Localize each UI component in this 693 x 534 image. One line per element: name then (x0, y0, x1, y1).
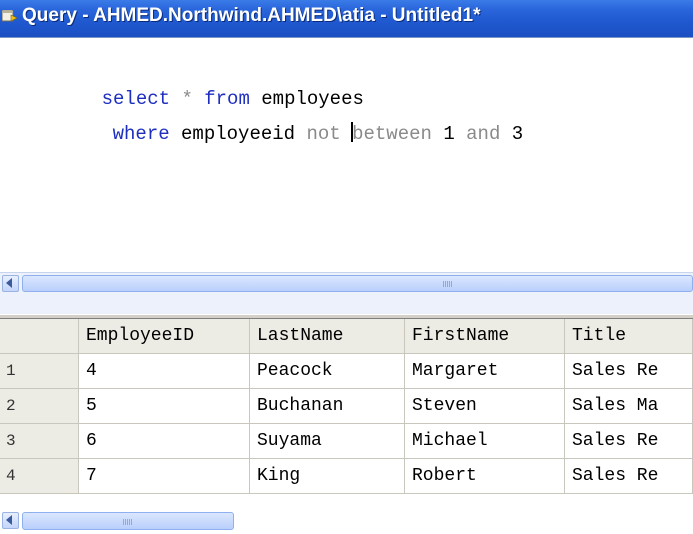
literal-3: 3 (511, 123, 524, 145)
table-cell[interactable]: Michael (405, 424, 565, 459)
table-cell[interactable]: 6 (79, 424, 250, 459)
table-cell[interactable]: Margaret (405, 354, 565, 389)
results-grid[interactable]: EmployeeID LastName FirstName Title 1 4 … (0, 319, 693, 509)
table-cell[interactable]: Robert (405, 459, 565, 494)
table-cell[interactable]: Sales Ma (565, 389, 693, 424)
grid-scroll-thumb[interactable] (22, 512, 234, 530)
scroll-thumb[interactable] (22, 275, 693, 292)
grid-corner-cell[interactable] (0, 319, 79, 354)
table-cell[interactable]: Sales Re (565, 424, 693, 459)
scroll-left-button[interactable] (2, 275, 19, 292)
table-cell[interactable]: 5 (79, 389, 250, 424)
grip-icon (443, 281, 452, 287)
chevron-left-icon (6, 278, 12, 288)
identifier-column: employeeid (181, 123, 296, 145)
row-number[interactable]: 2 (0, 389, 79, 424)
table-cell[interactable]: Sales Re (565, 354, 693, 389)
literal-1: 1 (443, 123, 455, 145)
grip-icon (123, 519, 132, 525)
table-cell[interactable]: Steven (405, 389, 565, 424)
query-window-icon (2, 10, 18, 22)
keyword-where: where (112, 123, 170, 145)
editor-horizontal-scrollbar[interactable] (0, 272, 693, 314)
column-header[interactable]: EmployeeID (79, 319, 250, 354)
table-cell[interactable]: Peacock (250, 354, 405, 389)
operator-and: and (466, 123, 501, 145)
chevron-left-icon (6, 515, 12, 525)
row-number[interactable]: 3 (0, 424, 79, 459)
column-header[interactable]: FirstName (405, 319, 565, 354)
grid-horizontal-scrollbar[interactable] (0, 509, 693, 534)
table-cell[interactable]: 7 (79, 459, 250, 494)
window-title: Query - AHMED.Northwind.AHMED\atia - Unt… (22, 5, 481, 26)
operator-not: not (306, 123, 341, 145)
table-cell[interactable]: Suyama (250, 424, 405, 459)
table-cell[interactable]: Sales Re (565, 459, 693, 494)
table-cell[interactable]: King (250, 459, 405, 494)
title-bar[interactable]: Query - AHMED.Northwind.AHMED\atia - Unt… (0, 0, 693, 37)
column-header[interactable]: LastName (250, 319, 405, 354)
operator-between: between (352, 123, 432, 145)
table-cell[interactable]: Buchanan (250, 389, 405, 424)
row-number[interactable]: 1 (0, 354, 79, 389)
code-line-2: where employeeid not between 1 and 3 (67, 100, 523, 167)
row-number[interactable]: 4 (0, 459, 79, 494)
sql-editor[interactable]: select * from employees where employeeid… (0, 37, 693, 272)
grid-scroll-left-button[interactable] (2, 512, 19, 529)
column-header[interactable]: Title (565, 319, 693, 354)
table-cell[interactable]: 4 (79, 354, 250, 389)
